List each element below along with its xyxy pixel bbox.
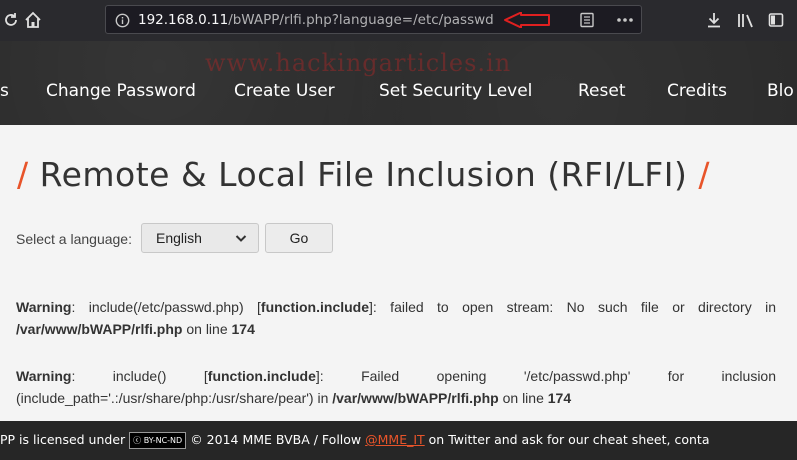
warning-function: function.include: [260, 299, 370, 315]
warning-text: ]: failed to open stream: No such file o…: [369, 299, 776, 315]
warning-text: : include() [: [71, 368, 208, 384]
nav-item-change-password[interactable]: Change Password: [46, 81, 196, 101]
main-content: / Remote & Local File Inclusion (RFI/LFI…: [0, 125, 797, 421]
download-icon[interactable]: [703, 9, 725, 31]
nav-item-credits[interactable]: Credits: [667, 81, 727, 101]
reload-icon[interactable]: [0, 9, 22, 31]
page-title: / Remote & Local File Inclusion (RFI/LFI…: [17, 155, 710, 194]
page-title-text: Remote & Local File Inclusion (RFI/LFI): [39, 155, 688, 194]
url-text[interactable]: 192.168.0.11/bWAPP/rlfi.php?language=/et…: [138, 12, 494, 28]
browser-toolbar: 192.168.0.11/bWAPP/rlfi.php?language=/et…: [0, 0, 797, 41]
warning-text: on line: [498, 390, 548, 406]
site-nav: www.hackingarticles.in s Change Password…: [0, 41, 797, 125]
url-host: 192.168.0.11: [138, 12, 229, 28]
title-slash-right: /: [698, 155, 710, 194]
sidebar-icon[interactable]: [765, 9, 787, 31]
go-button[interactable]: Go: [265, 223, 333, 253]
warning-function: function.include: [207, 368, 316, 384]
nav-item-reset[interactable]: Reset: [578, 81, 626, 101]
warning-line: 174: [231, 321, 255, 337]
warning-text: on line: [182, 321, 232, 337]
page-actions-icon[interactable]: [616, 13, 634, 32]
chevron-down-icon: [234, 231, 248, 250]
footer-text: PP is licensed under ⓒ BY-NC-ND © 2014 MME…: [0, 432, 709, 449]
footer: PP is licensed under ⓒ BY-NC-ND © 2014 MME…: [0, 421, 797, 460]
watermark: www.hackingarticles.in: [205, 49, 512, 77]
nav-item-create-user[interactable]: Create User: [234, 81, 335, 101]
warning-message: Warning: include() [function.include]: F…: [16, 365, 776, 409]
nav-item-blog[interactable]: Blo: [767, 81, 794, 101]
language-select[interactable]: English: [141, 223, 259, 253]
warning-line: 174: [547, 390, 572, 406]
language-select-value: English: [156, 230, 202, 246]
home-icon[interactable]: [22, 9, 44, 31]
reader-view-icon[interactable]: [579, 12, 595, 33]
footer-license-text: PP is licensed under: [0, 432, 126, 447]
nav-item-partial[interactable]: s: [0, 81, 9, 101]
warning-path: /var/www/bWAPP/rlfi.php: [16, 321, 183, 337]
footer-tail-text: on Twitter and ask for our cheat sheet, …: [428, 432, 710, 447]
warning-message: Warning: include(/etc/passwd.php) [funct…: [16, 296, 776, 340]
url-path: /bWAPP/rlfi.php?language=/etc/passwd: [228, 12, 494, 28]
info-icon[interactable]: [115, 13, 130, 33]
title-slash-left: /: [17, 155, 29, 194]
cc-badge-label: BY-NC-ND: [143, 436, 183, 445]
language-label: Select a language:: [16, 231, 132, 247]
warning-label: Warning: [16, 299, 72, 315]
red-arrow-annotation: [503, 11, 551, 33]
twitter-link[interactable]: @MME_IT: [365, 432, 425, 447]
warning-text: : include(/etc/passwd.php) [: [71, 299, 261, 315]
footer-copyright: © 2014 MME BVBA / Follow: [190, 432, 362, 447]
url-bar[interactable]: 192.168.0.11/bWAPP/rlfi.php?language=/et…: [105, 5, 642, 34]
warning-label: Warning: [16, 368, 72, 384]
nav-item-set-security-level[interactable]: Set Security Level: [379, 81, 532, 101]
cc-icon: ⓒ: [133, 436, 142, 445]
cc-license-badge[interactable]: ⓒ BY-NC-ND: [129, 432, 187, 449]
warning-path: /var/www/bWAPP/rlfi.php: [332, 390, 499, 406]
library-icon[interactable]: [735, 9, 757, 31]
